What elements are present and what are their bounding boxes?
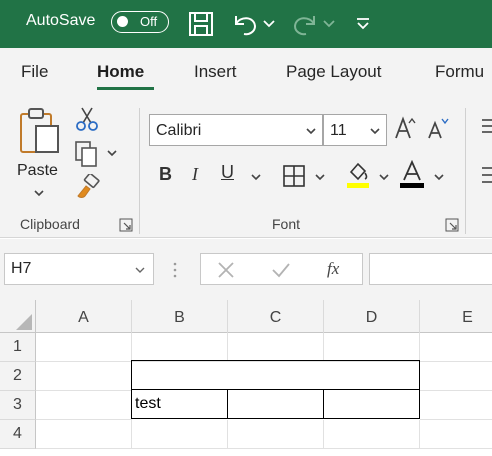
fill-color-icon[interactable] xyxy=(345,160,371,190)
name-box-value: H7 xyxy=(11,260,32,277)
formula-buttons: fx xyxy=(200,253,363,285)
fill-color-dropdown-icon[interactable] xyxy=(378,172,390,182)
font-group-label: Font xyxy=(272,216,301,232)
borders-icon[interactable] xyxy=(282,164,306,188)
column-header-d[interactable]: D xyxy=(324,300,420,333)
clipboard-group-label: Clipboard xyxy=(20,216,80,232)
font-color-icon[interactable] xyxy=(399,160,425,190)
bold-icon[interactable]: B xyxy=(159,164,172,185)
splitter-handle-icon[interactable] xyxy=(172,261,178,279)
autosave-state: Off xyxy=(140,14,158,29)
cell-d4[interactable] xyxy=(324,420,420,449)
paste-icon xyxy=(20,108,59,153)
redo-icon xyxy=(293,16,315,36)
active-tab-indicator xyxy=(97,87,154,90)
worksheet-grid: A B C D E 1 2 3 4 test xyxy=(0,300,492,456)
cell-a1[interactable] xyxy=(36,333,132,362)
cell-b3[interactable]: test xyxy=(131,389,228,419)
customize-toolbar-icon[interactable] xyxy=(354,10,372,38)
increase-font-size-icon[interactable] xyxy=(393,114,417,142)
name-box-dropdown-icon[interactable] xyxy=(135,266,145,274)
font-size-dropdown-icon xyxy=(370,128,380,135)
undo-dropdown-icon[interactable] xyxy=(262,10,276,38)
italic-icon[interactable]: I xyxy=(192,164,198,185)
cell-e4[interactable] xyxy=(420,420,492,449)
tab-insert[interactable]: Insert xyxy=(194,62,237,82)
formula-bar-area: H7 fx xyxy=(0,239,492,300)
redo-dropdown-icon xyxy=(323,20,335,28)
ribbon: Paste Clipboard Calibri 11 B I U Font xyxy=(0,98,492,238)
column-header-e[interactable]: E xyxy=(420,300,492,333)
cell-b4[interactable] xyxy=(132,420,228,449)
title-bar: AutoSave Off xyxy=(0,0,492,48)
underline-icon[interactable]: U xyxy=(221,162,234,183)
clipboard-launcher-icon[interactable] xyxy=(119,218,133,232)
column-header-c[interactable]: C xyxy=(228,300,324,333)
row-header-4[interactable]: 4 xyxy=(0,420,36,449)
formula-input[interactable] xyxy=(369,253,492,285)
column-header-b[interactable]: B xyxy=(132,300,228,333)
cell-e2[interactable] xyxy=(420,362,492,391)
align-bottom-icon[interactable] xyxy=(480,164,492,186)
autosave-label: AutoSave xyxy=(26,12,96,29)
tab-formulas[interactable]: Formu xyxy=(435,62,484,82)
tab-file[interactable]: File xyxy=(21,62,48,82)
cell-a3[interactable] xyxy=(36,391,132,420)
font-size-combo[interactable]: 11 xyxy=(323,114,387,146)
copy-dropdown-icon[interactable] xyxy=(106,148,118,158)
cut-icon[interactable] xyxy=(76,106,98,132)
cancel-icon xyxy=(218,262,234,278)
save-icon[interactable] xyxy=(188,10,214,38)
insert-function-icon[interactable]: fx xyxy=(327,259,339,279)
cell-e1[interactable] xyxy=(420,333,492,362)
name-box[interactable]: H7 xyxy=(4,253,154,285)
paste-label: Paste xyxy=(17,162,58,179)
ribbon-tabs: File Home Insert Page Layout Formu xyxy=(0,48,492,98)
cell-e3[interactable] xyxy=(420,391,492,420)
borders-dropdown-icon[interactable] xyxy=(314,172,326,182)
select-all-corner[interactable] xyxy=(0,300,36,333)
cell-a4[interactable] xyxy=(36,420,132,449)
underline-dropdown-icon[interactable] xyxy=(250,172,262,182)
cell-a2[interactable] xyxy=(36,362,132,391)
cell-c3[interactable] xyxy=(227,389,324,419)
cell-d3[interactable] xyxy=(323,389,420,419)
cell-b1[interactable] xyxy=(132,333,228,362)
font-name-dropdown-icon xyxy=(306,128,316,135)
cell-c1[interactable] xyxy=(228,333,324,362)
decrease-font-size-icon[interactable] xyxy=(426,114,450,142)
format-painter-icon[interactable] xyxy=(74,174,100,200)
select-all-triangle-icon xyxy=(16,314,32,330)
font-size-value: 11 xyxy=(330,122,347,139)
row-header-2[interactable]: 2 xyxy=(0,362,36,391)
group-separator xyxy=(139,108,140,234)
cell-d1[interactable] xyxy=(324,333,420,362)
copy-icon[interactable] xyxy=(74,140,100,168)
tab-page-layout[interactable]: Page Layout xyxy=(286,62,381,82)
column-headers: A B C D E xyxy=(0,300,492,333)
font-launcher-icon[interactable] xyxy=(445,218,459,232)
row-header-1[interactable]: 1 xyxy=(0,333,36,362)
autosave-toggle[interactable]: Off xyxy=(111,11,169,33)
font-color-dropdown-icon[interactable] xyxy=(433,172,445,182)
font-name-value: Calibri xyxy=(156,122,202,139)
font-name-combo[interactable]: Calibri xyxy=(149,114,323,146)
paste-button[interactable]: Paste xyxy=(14,104,66,200)
align-icon[interactable] xyxy=(480,116,492,136)
paste-dropdown-icon[interactable] xyxy=(33,188,45,198)
column-header-a[interactable]: A xyxy=(36,300,132,333)
cell-b2-merged[interactable] xyxy=(131,360,420,390)
tab-home[interactable]: Home xyxy=(97,62,144,82)
toggle-knob xyxy=(117,16,128,27)
enter-icon xyxy=(272,263,290,278)
cell-c4[interactable] xyxy=(228,420,324,449)
row-header-3[interactable]: 3 xyxy=(0,391,36,420)
group-separator xyxy=(465,108,466,234)
undo-icon[interactable] xyxy=(230,10,260,38)
